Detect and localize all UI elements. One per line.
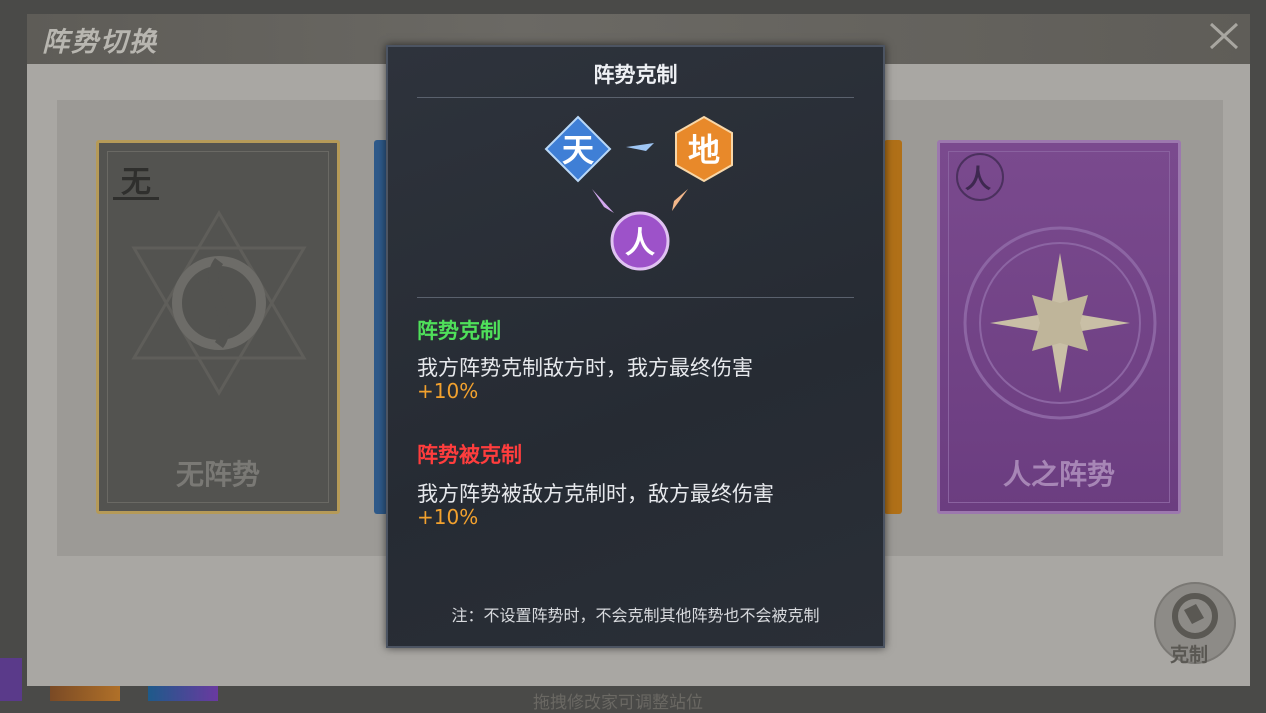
card-name: 人之阵势 xyxy=(1002,458,1115,491)
card-glyph: 无 xyxy=(121,165,151,200)
counter-heading: 阵势克制 xyxy=(417,319,501,343)
countered-heading: 阵势被克制 xyxy=(417,443,522,467)
popup-title: 阵势克制 xyxy=(593,63,678,87)
close-button[interactable] xyxy=(1205,18,1243,54)
earth-badge: 地 xyxy=(675,115,733,183)
star-emblem-icon xyxy=(963,226,1157,420)
close-icon xyxy=(1209,22,1239,50)
heaven-glyph: 天 xyxy=(562,131,594,169)
divider xyxy=(417,97,854,98)
yin-yang-emblem-icon xyxy=(131,210,307,396)
divider xyxy=(417,297,854,298)
arrow-earth-to-human-icon xyxy=(672,189,688,211)
card-glyph-underline xyxy=(113,197,159,200)
counter-value: +10% xyxy=(417,379,479,403)
countered-description: 我方阵势被敌方克制时，敌方最终伤害 xyxy=(417,482,774,506)
hero-thumbnail[interactable] xyxy=(0,658,22,701)
earth-glyph: 地 xyxy=(688,131,720,169)
formation-card-none[interactable]: 无 无阵势 xyxy=(96,140,340,514)
panel-title: 阵势切换 xyxy=(42,27,158,58)
counter-cycle-diagram: 天 地 人 xyxy=(544,115,733,271)
hero-thumbnail[interactable] xyxy=(148,686,218,701)
countered-value: +10% xyxy=(417,505,479,529)
formation-card-earth[interactable] xyxy=(884,140,902,514)
compare-button-label: 克制 xyxy=(1170,644,1209,666)
arrow-heaven-to-earth-icon xyxy=(626,143,654,151)
counter-info-popup: 阵势克制 天 地 人 阵势克制 我方阵势克制敌方时，我方最终伤害 +10% 阵势… xyxy=(386,45,885,648)
hero-thumbnail[interactable] xyxy=(50,686,120,701)
counter-description: 我方阵势克制敌方时，我方最终伤害 xyxy=(417,356,753,380)
heaven-badge: 天 xyxy=(544,115,612,183)
arrow-human-to-heaven-icon xyxy=(592,189,614,213)
human-glyph: 人 xyxy=(625,226,655,261)
human-badge: 人 xyxy=(610,211,670,271)
card-name: 无阵势 xyxy=(175,458,260,491)
card-glyph: 人 xyxy=(964,165,991,195)
formation-card-human[interactable]: 人 人之阵势 xyxy=(937,140,1181,514)
popup-note: 注：不设置阵势时，不会克制其他阵势也不会被克制 xyxy=(451,606,820,625)
